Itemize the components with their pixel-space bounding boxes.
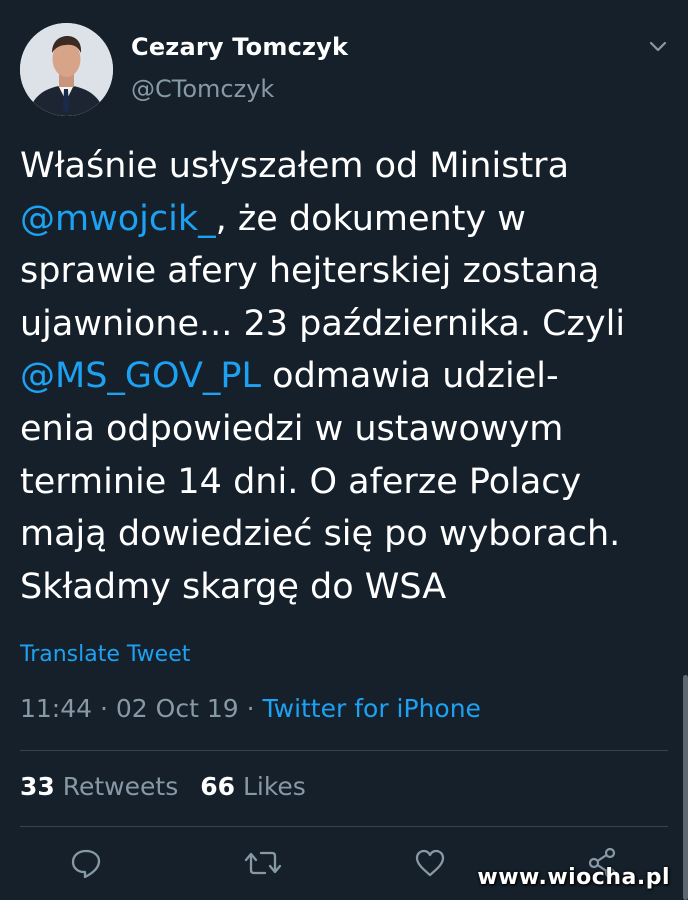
tweet-text: Właśnie usłyszałem od Ministra @mwojcik_… <box>20 140 670 613</box>
likes-count: 66 <box>200 772 236 801</box>
tweet-time: 11:44 <box>20 694 93 723</box>
tweet-line: @MS_GOV_PL odmawia udziel- <box>20 356 559 397</box>
tweet-line: sprawie afery hejterskiej zostaną <box>20 251 600 292</box>
chevron-down-icon[interactable] <box>646 36 670 56</box>
translate-tweet-link[interactable]: Translate Tweet <box>20 642 190 667</box>
author-name[interactable]: Cezary Tomczyk <box>131 33 348 61</box>
profile-photo <box>20 23 113 116</box>
mention-link[interactable]: @mwojcik_ <box>20 199 216 239</box>
tweet-source-link[interactable]: Twitter for iPhone <box>262 694 480 723</box>
watermark: www.wiocha.pl <box>477 865 670 890</box>
scrollbar[interactable] <box>683 675 688 900</box>
engagement-stats: 33 Retweets 66 Likes <box>20 772 306 801</box>
mention-link[interactable]: @MS_GOV_PL <box>20 356 261 396</box>
tweet-line: @mwojcik_, że dokumenty w <box>20 198 526 239</box>
likes-label: Likes <box>242 772 306 801</box>
reply-icon[interactable] <box>69 845 103 881</box>
retweets-count: 33 <box>20 772 55 801</box>
tweet-line: Właśnie usłyszałem od Ministra <box>20 146 570 186</box>
retweet-icon[interactable] <box>243 845 283 881</box>
author-handle[interactable]: @CTomczyk <box>131 75 274 103</box>
tweet-line: Składmy skargę do WSA <box>20 566 447 607</box>
tweet-date: 02 Oct 19 <box>115 694 239 723</box>
tweet-metadata: 11:44 · 02 Oct 19 · Twitter for iPhone <box>20 694 481 723</box>
divider <box>20 750 668 751</box>
tweet-line: terminie 14 dni. O aferze Polacy <box>20 461 582 502</box>
divider <box>20 826 668 827</box>
tweet-line: mają dowiedzieć się po wyborach. <box>20 514 621 555</box>
retweets-stat[interactable]: 33 Retweets <box>20 772 178 801</box>
heart-icon[interactable] <box>413 845 447 881</box>
tweet-line: enia odpowiedzi w ustawowym <box>20 408 564 449</box>
tweet-line: ujawnione... 23 października. Czyli <box>20 303 626 344</box>
avatar[interactable] <box>20 23 113 116</box>
likes-stat[interactable]: 66 Likes <box>200 772 306 801</box>
retweets-label: Retweets <box>62 772 179 801</box>
